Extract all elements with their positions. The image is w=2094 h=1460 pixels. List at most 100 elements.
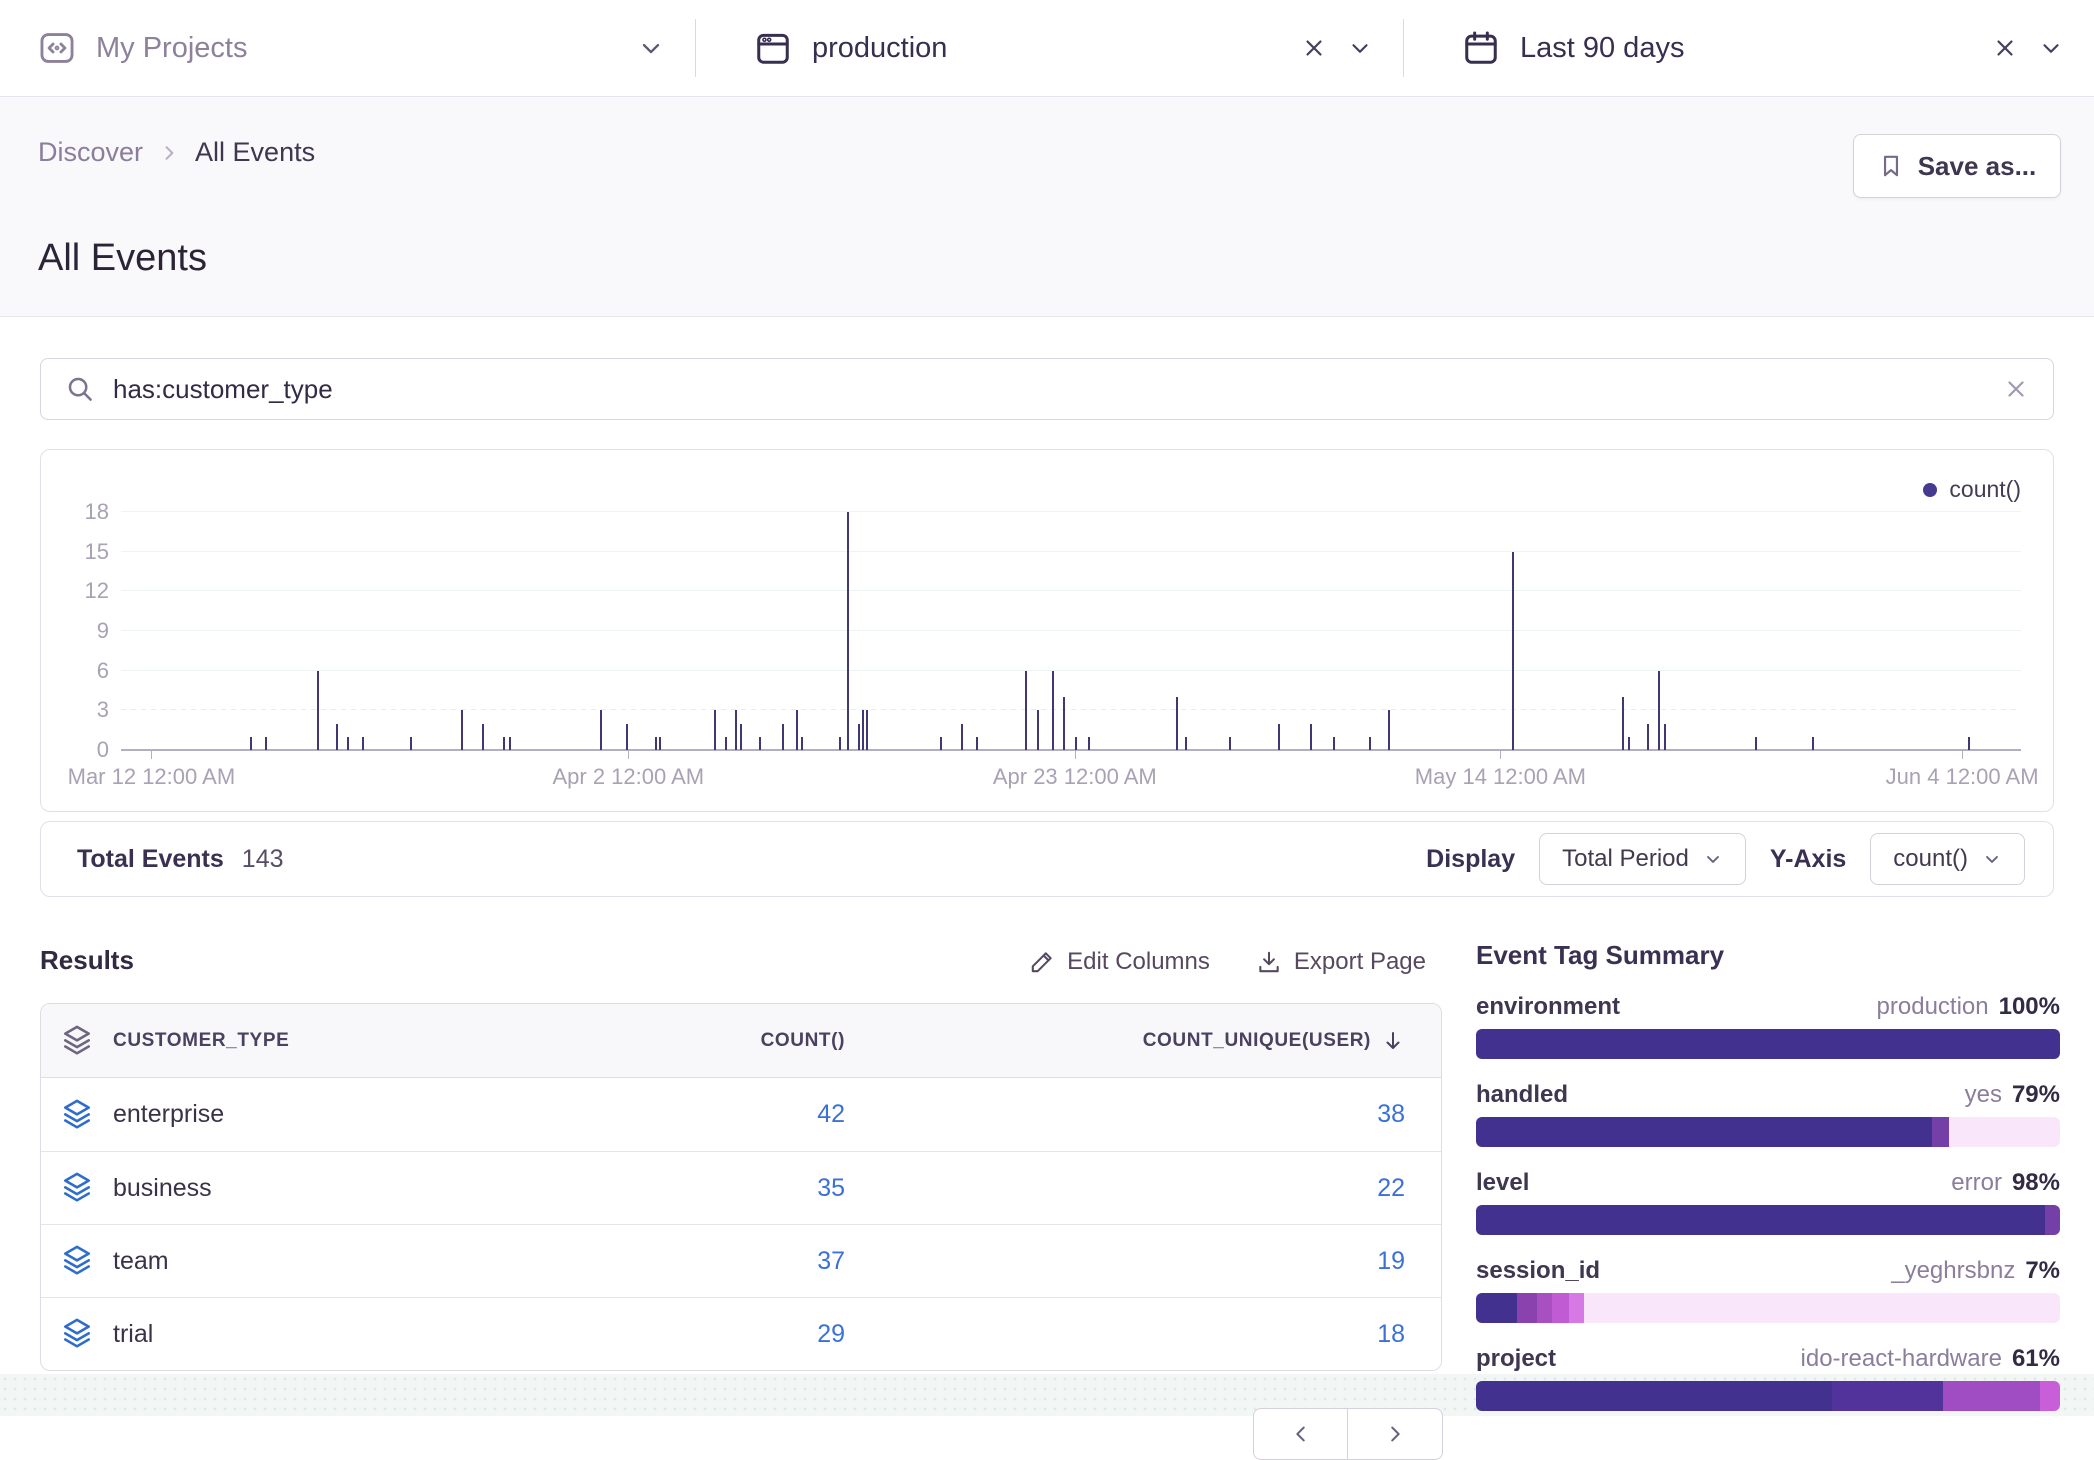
tag-head: handledyes79%	[1476, 1081, 2060, 1109]
results-actions: Edit Columns Export Page	[1029, 948, 1426, 976]
count-unique-user-value-link[interactable]: 18	[845, 1320, 1441, 1349]
chevron-down-icon	[1982, 849, 2002, 869]
environment-filter-chevron-down-icon[interactable]	[1347, 35, 1373, 61]
browser-window-icon	[754, 29, 792, 67]
tag-bar-segment[interactable]	[1476, 1293, 1517, 1323]
tag-bar-segment[interactable]	[1476, 1029, 2060, 1059]
tag-bar[interactable]	[1476, 1381, 2060, 1411]
tag-bar[interactable]	[1476, 1293, 2060, 1323]
y-tick-label: 9	[97, 618, 109, 644]
count-value-link[interactable]: 35	[605, 1174, 845, 1203]
tag-top-value: production	[1877, 993, 1989, 1021]
chart-bar	[461, 710, 463, 750]
count-unique-user-value-link[interactable]: 22	[845, 1174, 1441, 1203]
chart-bar	[1278, 724, 1280, 750]
display-dropdown[interactable]: Total Period	[1539, 833, 1746, 885]
tag-summary-item: levelerror98%	[1476, 1169, 2060, 1235]
tag-bar-segment[interactable]	[1569, 1293, 1584, 1323]
y-axis-dropdown[interactable]: count()	[1870, 833, 2025, 885]
count-value-link[interactable]: 42	[605, 1100, 845, 1129]
date-filter-chevron-down-icon[interactable]	[2038, 35, 2064, 61]
tag-top-value: error	[1951, 1169, 2002, 1197]
project-filter[interactable]: My Projects	[0, 29, 695, 67]
tag-bar-segment[interactable]	[1949, 1117, 2060, 1147]
chart-bar	[839, 737, 841, 750]
search-input[interactable]	[113, 374, 1985, 405]
tag-name: environment	[1476, 993, 1620, 1021]
edit-columns-button[interactable]: Edit Columns	[1029, 948, 1210, 976]
chart-bar	[1622, 697, 1624, 750]
tag-bar-segment[interactable]	[1584, 1293, 2060, 1323]
export-page-button[interactable]: Export Page	[1256, 948, 1426, 976]
gridline	[121, 630, 2021, 631]
breadcrumb-current: All Events	[195, 137, 315, 168]
count-unique-user-value-link[interactable]: 38	[845, 1100, 1441, 1129]
chart-bar	[1025, 671, 1027, 750]
date-range-filter[interactable]: Last 90 days	[1404, 29, 2094, 67]
count-value-link[interactable]: 37	[605, 1247, 845, 1276]
count-unique-user-value-link[interactable]: 19	[845, 1247, 1441, 1276]
environment-filter[interactable]: production	[696, 29, 1403, 67]
y-tick-label: 15	[85, 539, 109, 565]
search-clear-icon[interactable]	[2003, 376, 2029, 402]
tag-summary-item: environmentproduction100%	[1476, 993, 2060, 1059]
pencil-icon	[1029, 949, 1055, 975]
legend-dot-icon	[1923, 483, 1937, 497]
project-filter-chevron-down-icon[interactable]	[637, 34, 665, 62]
x-tickmark	[1962, 750, 1963, 759]
search-bar	[40, 358, 2054, 420]
table-row: enterprise4238	[41, 1078, 1441, 1151]
chevron-right-icon	[159, 143, 179, 163]
tag-bar[interactable]	[1476, 1117, 2060, 1147]
gridline	[121, 590, 2021, 591]
chart-bar	[714, 710, 716, 750]
global-filter-bar: My Projects production Last 90 days	[0, 0, 2094, 97]
chart-bar	[1755, 737, 1757, 750]
chart-legend[interactable]: count()	[1923, 476, 2021, 503]
chart-bar	[600, 710, 602, 750]
environment-filter-clear-icon[interactable]	[1301, 35, 1327, 61]
chart-bar	[735, 710, 737, 750]
tag-bar[interactable]	[1476, 1029, 2060, 1059]
tag-bar-segment[interactable]	[1537, 1293, 1552, 1323]
tag-bar[interactable]	[1476, 1205, 2060, 1235]
chart-bar	[1088, 737, 1090, 750]
count-value-link[interactable]: 29	[605, 1320, 845, 1349]
chart-bar	[1075, 737, 1077, 750]
chevron-right-icon	[1384, 1423, 1406, 1445]
environment-filter-label: production	[812, 32, 947, 65]
tag-list: environmentproduction100%handledyes79%le…	[1476, 993, 2060, 1411]
tag-bar-segment[interactable]	[1476, 1205, 2045, 1235]
tag-bar-segment[interactable]	[1476, 1117, 1932, 1147]
chart-footer-panel: Total Events 143 Display Total Period Y-…	[40, 821, 2054, 897]
column-header-count[interactable]: COUNT()	[605, 1030, 845, 1052]
save-as-button[interactable]: Save as...	[1853, 134, 2061, 198]
chart-bar	[961, 724, 963, 750]
chart-bar	[866, 710, 868, 750]
column-header-customer-type[interactable]: CUSTOMER_TYPE	[113, 1030, 605, 1052]
tag-bar-segment[interactable]	[2040, 1381, 2060, 1411]
download-icon	[1256, 949, 1282, 975]
event-tag-summary-heading: Event Tag Summary	[1476, 940, 2060, 971]
x-tick-label: Apr 23 12:00 AM	[993, 764, 1157, 790]
tag-bar-segment[interactable]	[1932, 1117, 1950, 1147]
chart-bar	[725, 737, 727, 750]
results-heading: Results	[40, 945, 134, 976]
column-header-count-unique-user[interactable]: COUNT_UNIQUE(USER)	[845, 1029, 1441, 1053]
tag-bar-segment[interactable]	[1517, 1293, 1537, 1323]
breadcrumb-discover-link[interactable]: Discover	[38, 137, 143, 168]
date-filter-clear-icon[interactable]	[1992, 35, 2018, 61]
tag-bar-segment[interactable]	[1552, 1293, 1570, 1323]
tag-bar-segment[interactable]	[2045, 1205, 2060, 1235]
chart-bar	[317, 671, 319, 750]
chart-bar	[862, 710, 864, 750]
tag-bar-segment[interactable]	[1943, 1381, 2039, 1411]
y-tick-label: 0	[97, 737, 109, 763]
tag-bar-segment[interactable]	[1832, 1381, 1943, 1411]
tag-bar-segment[interactable]	[1476, 1381, 1832, 1411]
gridline	[121, 551, 2021, 552]
gridline	[121, 670, 2021, 671]
column-header-label: COUNT_UNIQUE(USER)	[1143, 1030, 1371, 1052]
tag-name: handled	[1476, 1081, 1568, 1109]
table-header-row: CUSTOMER_TYPE COUNT() COUNT_UNIQUE(USER)	[41, 1004, 1441, 1078]
